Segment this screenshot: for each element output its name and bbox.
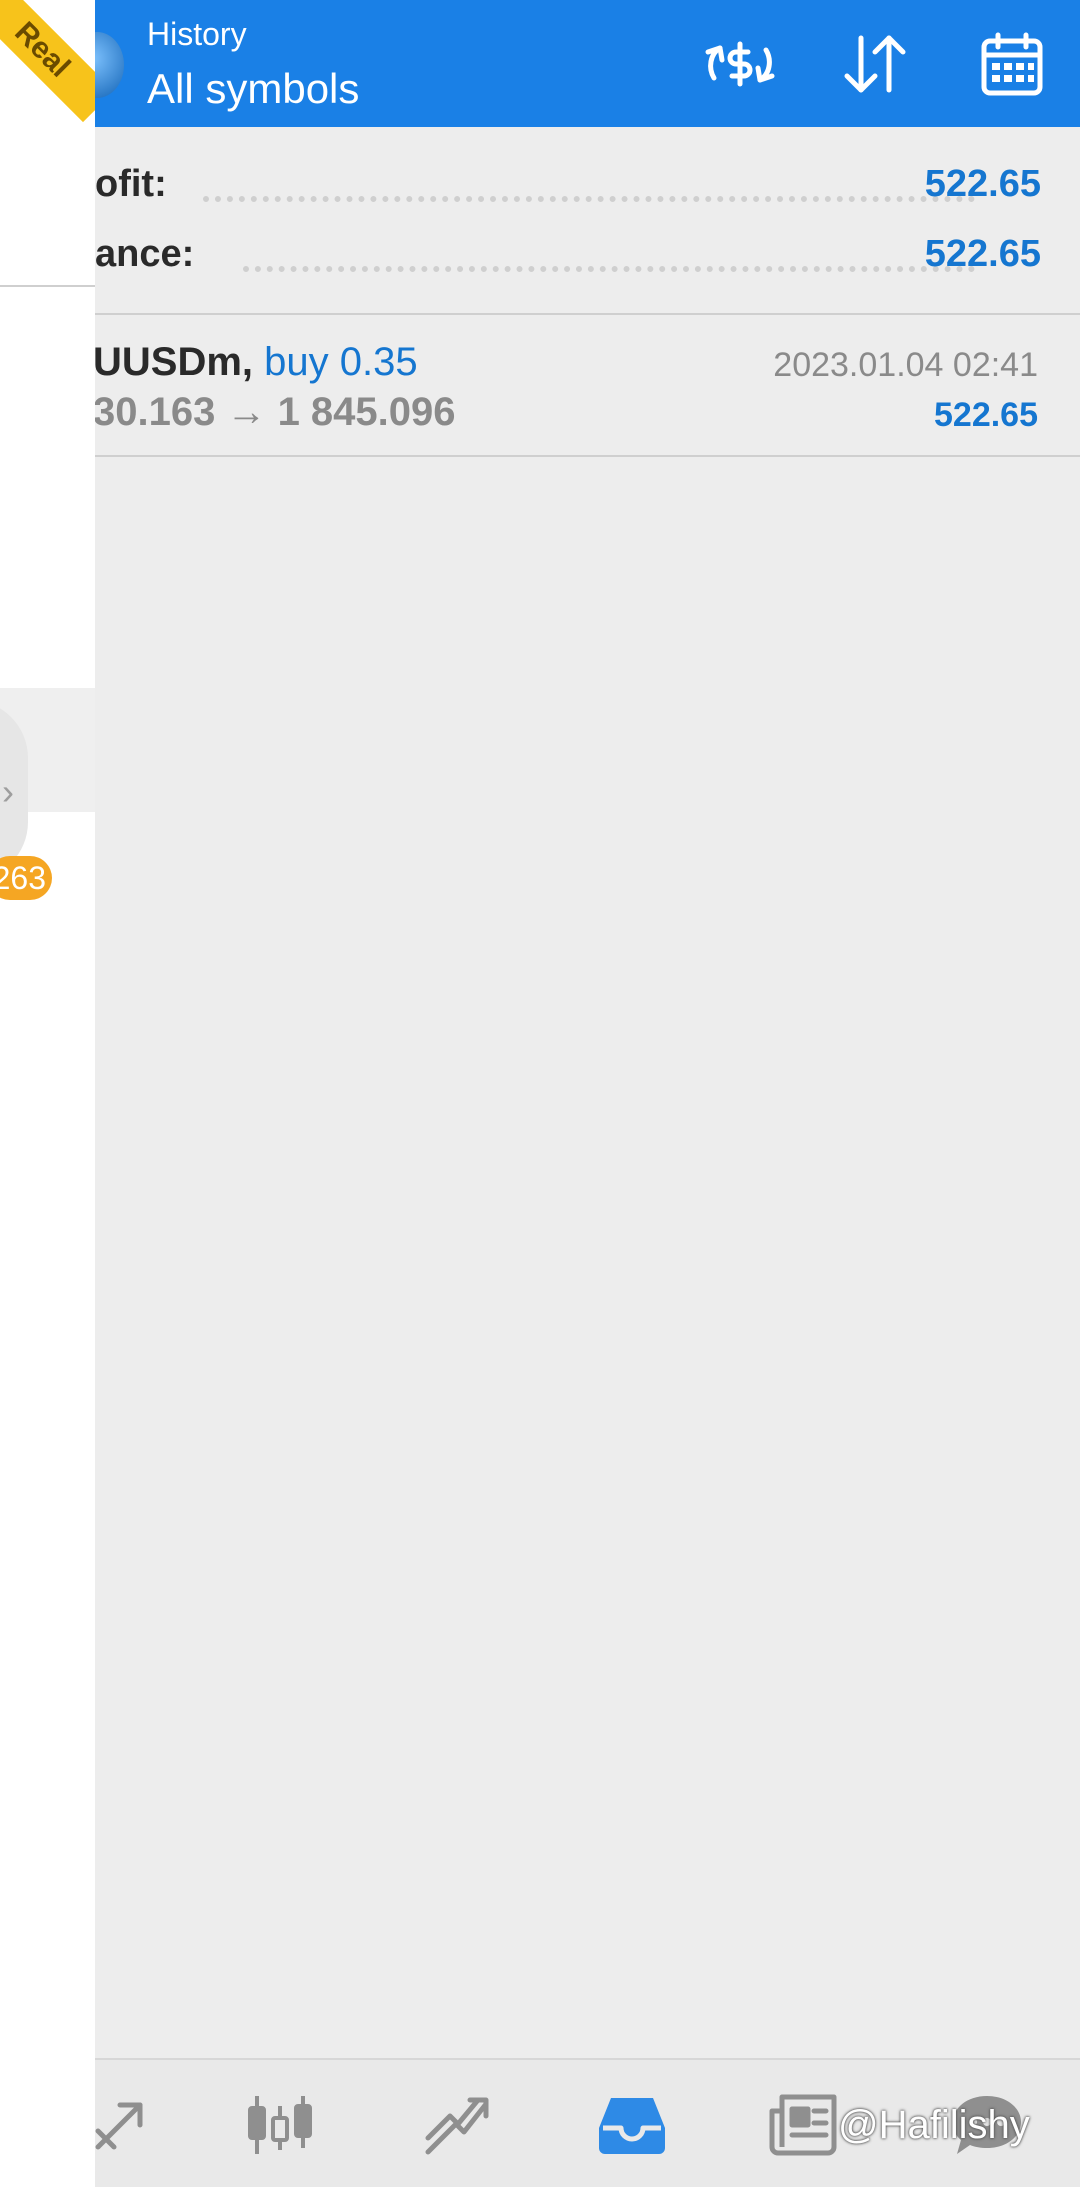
deal-type: buy 0.35 xyxy=(264,340,418,384)
calendar-icon[interactable] xyxy=(972,26,1052,102)
news-icon[interactable] xyxy=(763,2090,843,2160)
history-icon[interactable] xyxy=(592,2090,672,2160)
balance-value: 522.65 xyxy=(924,233,1041,275)
deal-time: 2023.01.04 02:41 xyxy=(773,346,1038,384)
trade-icon[interactable] xyxy=(417,2090,497,2160)
drawer-divider xyxy=(0,285,95,287)
summary-divider xyxy=(95,313,1080,315)
deal-profit: 522.65 xyxy=(934,396,1038,434)
deal-symbol: UUSDm, buy 0.35 xyxy=(93,336,418,388)
notification-badge: 263 xyxy=(0,856,52,900)
profit-label: ofit: xyxy=(95,163,167,205)
summary-balance-row: ance: 522.65 xyxy=(95,224,1080,284)
summary-profit-row: ofit: 522.65 xyxy=(95,154,1080,214)
header-title[interactable]: All symbols xyxy=(147,64,359,114)
chart-icon[interactable] xyxy=(240,2090,320,2160)
deal-prices: 30.163 → 1 845.096 xyxy=(93,390,456,434)
side-drawer[interactable]: › 263 Real xyxy=(0,0,95,2187)
header-subtitle: History xyxy=(147,16,247,52)
watermark: @Hafilishy xyxy=(838,2103,1030,2147)
profit-dots xyxy=(203,192,975,202)
chevron-right-icon[interactable]: › xyxy=(2,774,14,810)
deal-divider xyxy=(95,455,1080,457)
deal-symbol-text: UUSDm, xyxy=(93,340,254,384)
balance-dots xyxy=(243,262,975,272)
sort-icon[interactable] xyxy=(835,26,915,102)
app-header: History All symbols xyxy=(0,0,1080,127)
profit-value: 522.65 xyxy=(924,163,1041,205)
history-screen: History All symbols ofit: 522.65 ance: 5… xyxy=(0,0,1080,2187)
account-type-ribbon: Real xyxy=(0,0,95,123)
balance-label: ance: xyxy=(95,233,195,275)
currency-exchange-icon[interactable] xyxy=(700,26,780,102)
